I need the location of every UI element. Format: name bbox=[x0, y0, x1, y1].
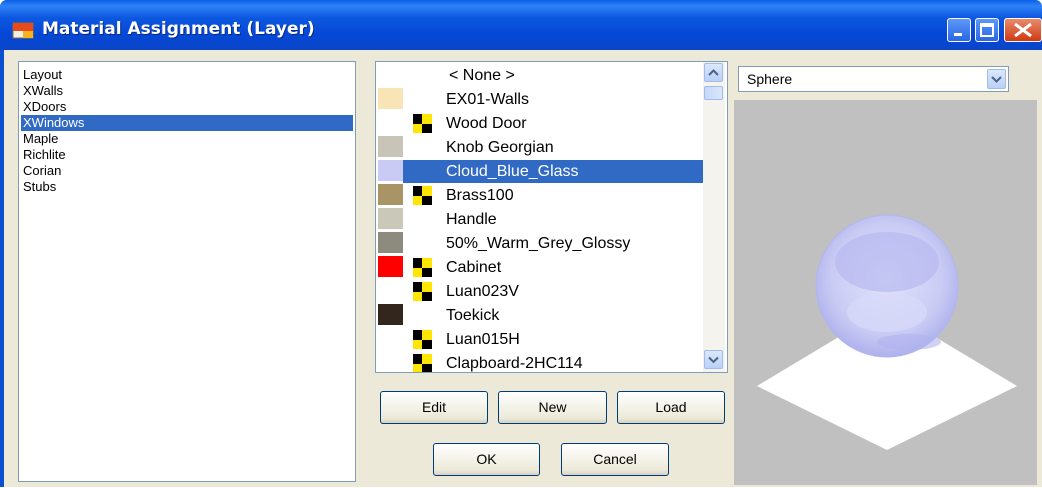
scroll-up-button[interactable] bbox=[704, 63, 723, 82]
material-item[interactable]: Brass100 bbox=[376, 184, 703, 207]
ok-button[interactable]: OK bbox=[433, 443, 540, 476]
material-label: Cloud_Blue_Glass bbox=[403, 160, 703, 183]
title-bar[interactable]: Material Assignment (Layer) bbox=[0, 0, 1042, 50]
material-label: Knob Georgian bbox=[446, 139, 554, 156]
material-app-icon bbox=[12, 22, 34, 39]
scroll-down-button[interactable] bbox=[704, 350, 723, 369]
material-item[interactable]: Cabinet bbox=[376, 256, 703, 279]
material-label: Handle bbox=[446, 211, 497, 228]
material-item[interactable]: < None > bbox=[376, 64, 703, 87]
material-item-selected[interactable]: Cloud_Blue_Glass bbox=[376, 160, 703, 183]
color-swatch bbox=[378, 184, 403, 205]
layer-item-label: Richlite bbox=[23, 147, 66, 162]
dialog-window: Material Assignment (Layer) Layout XWall… bbox=[0, 0, 1042, 487]
material-item[interactable]: Luan023V bbox=[376, 280, 703, 303]
material-label: Clapboard-2HC114 bbox=[446, 355, 583, 372]
minimize-icon bbox=[954, 33, 962, 36]
layer-list[interactable]: Layout XWalls XDoors XWindows Maple Rich… bbox=[18, 61, 356, 482]
layer-item-label: Layout bbox=[23, 67, 63, 82]
layer-item-selected[interactable]: XWindows bbox=[21, 115, 353, 131]
layer-item-label: XWindows bbox=[23, 115, 85, 130]
chevron-down-icon bbox=[708, 356, 719, 364]
material-preview bbox=[734, 100, 1037, 485]
color-swatch bbox=[378, 232, 403, 253]
color-swatch bbox=[378, 304, 403, 325]
layer-item-label: XWalls bbox=[23, 83, 63, 98]
layer-item-label: Stubs bbox=[23, 179, 57, 194]
material-label: Cabinet bbox=[446, 259, 502, 276]
layer-item[interactable]: Layout bbox=[21, 67, 353, 83]
window-title: Material Assignment (Layer) bbox=[42, 19, 315, 39]
layer-item[interactable]: XDoors bbox=[21, 99, 353, 115]
minimize-button[interactable] bbox=[947, 18, 971, 42]
layer-item-label: XDoors bbox=[23, 99, 67, 114]
preview-shape-select[interactable]: Sphere bbox=[738, 66, 1009, 92]
material-item[interactable]: Clapboard-2HC114 bbox=[376, 352, 703, 372]
layer-item[interactable]: XWalls bbox=[21, 83, 353, 99]
material-label: Luan023V bbox=[446, 283, 519, 300]
maximize-icon bbox=[980, 23, 994, 37]
material-item[interactable]: Luan015H bbox=[376, 328, 703, 351]
material-item[interactable]: Toekick bbox=[376, 304, 703, 327]
color-swatch bbox=[378, 136, 403, 157]
material-item[interactable]: EX01-Walls bbox=[376, 88, 703, 111]
dialog-body: Layout XWalls XDoors XWindows Maple Rich… bbox=[4, 50, 1042, 487]
edit-button[interactable]: Edit bbox=[380, 391, 488, 424]
chevron-up-icon bbox=[708, 69, 719, 76]
layer-item[interactable]: Richlite bbox=[21, 147, 353, 163]
material-list[interactable]: < None > EX01-Walls Wood Door Knob Georg… bbox=[375, 61, 728, 373]
material-item[interactable]: Knob Georgian bbox=[376, 136, 703, 159]
color-swatch bbox=[378, 88, 403, 109]
new-button[interactable]: New bbox=[498, 391, 607, 424]
close-button[interactable] bbox=[1004, 18, 1042, 42]
layer-item[interactable]: Corian bbox=[21, 163, 353, 179]
maximize-button[interactable] bbox=[975, 18, 999, 42]
material-label: Brass100 bbox=[446, 187, 514, 204]
color-swatch bbox=[378, 160, 403, 181]
load-button[interactable]: Load bbox=[617, 391, 725, 424]
material-item[interactable]: Handle bbox=[376, 208, 703, 231]
material-label: Wood Door bbox=[446, 115, 527, 132]
close-icon bbox=[1014, 22, 1032, 38]
color-swatch bbox=[378, 208, 403, 229]
scroll-thumb[interactable] bbox=[704, 86, 723, 100]
color-swatch bbox=[378, 256, 403, 277]
cancel-button[interactable]: Cancel bbox=[561, 443, 669, 476]
material-item[interactable]: Wood Door bbox=[376, 112, 703, 135]
material-item[interactable]: 50%_Warm_Grey_Glossy bbox=[376, 232, 703, 255]
sphere-preview-render bbox=[757, 214, 1017, 450]
material-label: EX01-Walls bbox=[446, 91, 529, 108]
material-label: Luan015H bbox=[446, 331, 520, 348]
dropdown-button[interactable] bbox=[987, 69, 1006, 89]
material-list-scrollbar[interactable] bbox=[703, 62, 725, 372]
material-label: Toekick bbox=[446, 307, 500, 324]
chevron-down-icon bbox=[991, 76, 1002, 83]
layer-item-label: Corian bbox=[23, 163, 62, 178]
layer-item[interactable]: Stubs bbox=[21, 179, 353, 195]
layer-item[interactable]: Maple bbox=[21, 131, 353, 147]
material-label: 50%_Warm_Grey_Glossy bbox=[446, 235, 631, 252]
material-label: < None > bbox=[449, 67, 515, 84]
preview-shape-value: Sphere bbox=[747, 71, 793, 87]
layer-item-label: Maple bbox=[23, 131, 59, 146]
